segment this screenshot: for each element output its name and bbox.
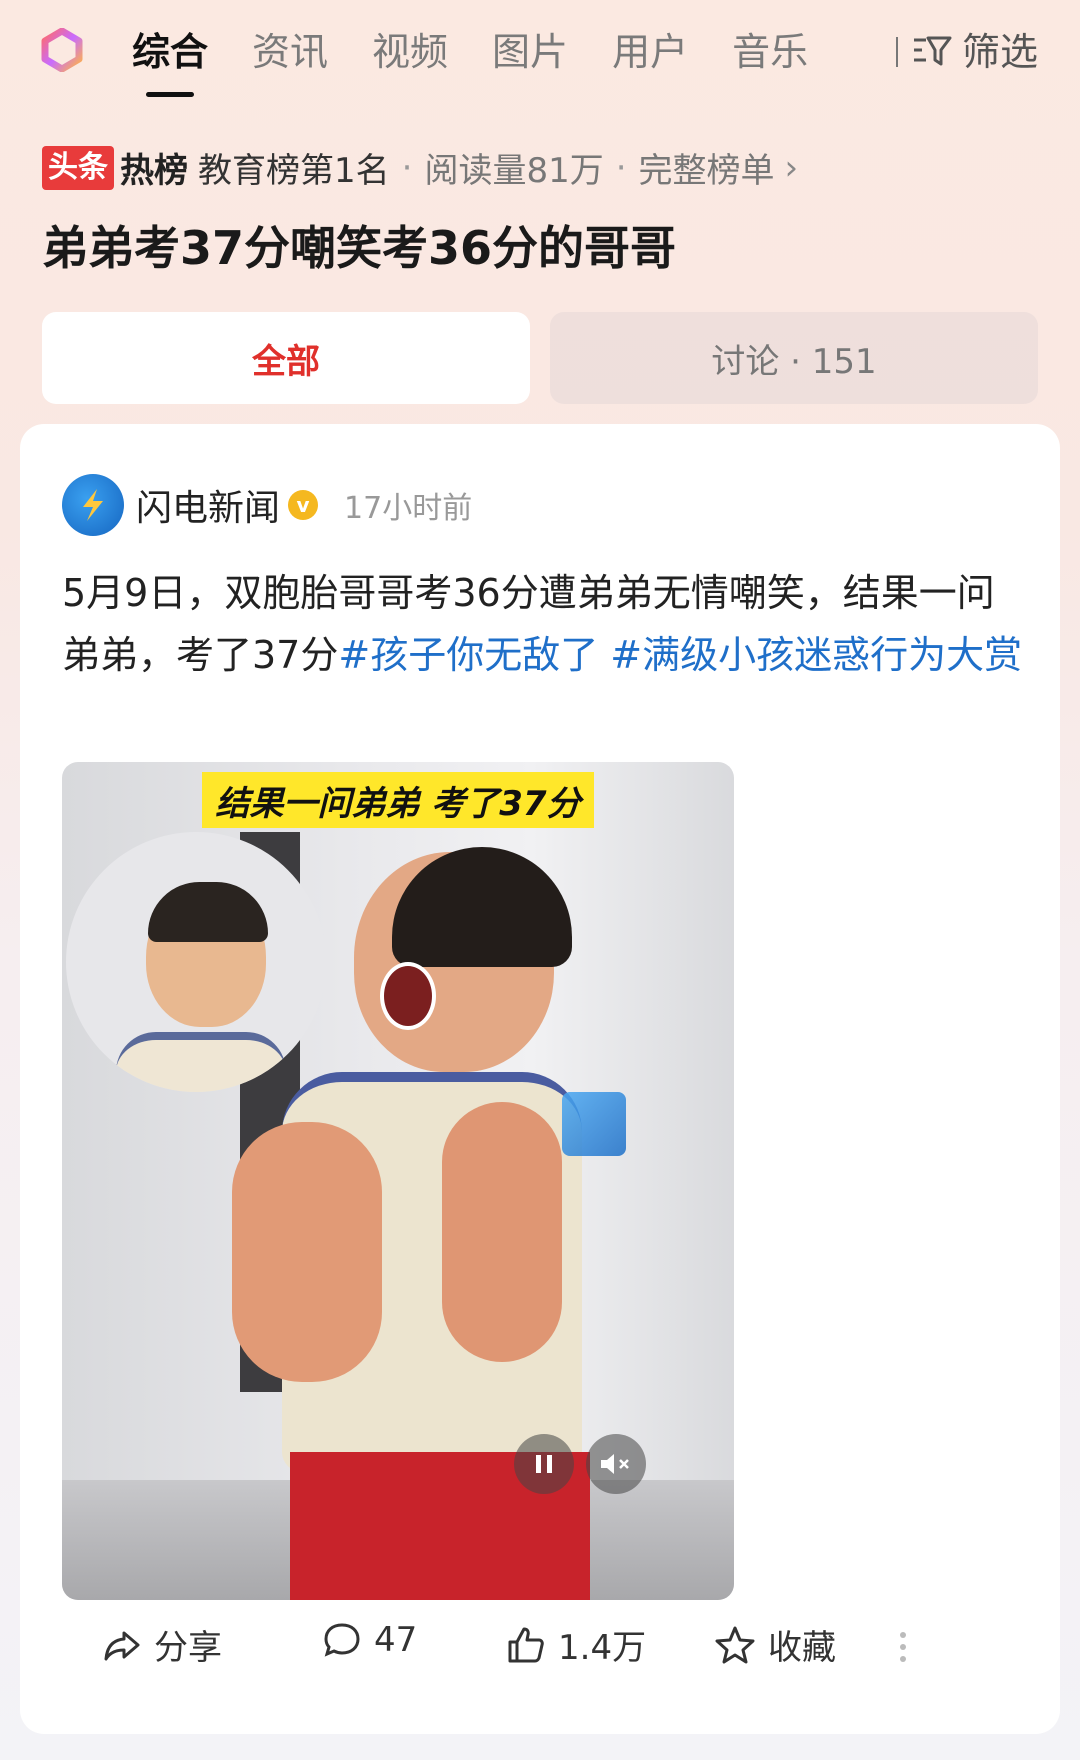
video-inset-circle	[66, 832, 326, 1092]
watermark-logo-icon	[562, 1092, 626, 1156]
post-text[interactable]: 5月9日，双胞胎哥哥考36分遭弟弟无情嘲笑，结果一问弟弟，考了37分#孩子你无敌…	[62, 562, 1032, 686]
filter-icon	[913, 36, 952, 66]
video-player[interactable]: 结果一问弟弟 考了37分	[62, 762, 734, 1600]
post-time: 17小时前	[344, 491, 473, 526]
separator-dot: ·	[401, 147, 413, 188]
rank-label: 教育榜第1名	[198, 151, 390, 191]
hot-list-line[interactable]: 头条 热榜 教育榜第1名 · 阅读量81万 · 完整榜单 ›	[42, 143, 798, 192]
pause-icon	[536, 1455, 552, 1473]
page-title: 弟弟考37分嘲笑考36分的哥哥	[42, 221, 677, 275]
tab-news[interactable]: 资讯	[252, 26, 328, 78]
tab-all[interactable]: 综合	[132, 26, 208, 97]
action-bar: 分享 47 1.4万 收藏	[20, 1620, 1060, 1690]
comment-button[interactable]: 47	[322, 1620, 417, 1660]
mute-button[interactable]	[586, 1434, 646, 1494]
segment-all[interactable]: 全部	[42, 312, 530, 404]
tab-video[interactable]: 视频	[372, 26, 448, 78]
like-count: 1.4万	[558, 1628, 647, 1668]
favorite-button[interactable]: 收藏	[714, 1620, 836, 1669]
favorite-label: 收藏	[768, 1628, 836, 1668]
comment-icon	[324, 1623, 360, 1657]
more-options-icon[interactable]	[900, 1632, 906, 1668]
video-caption: 结果一问弟弟 考了37分	[202, 772, 594, 828]
share-label: 分享	[154, 1628, 222, 1668]
author-name[interactable]: 闪电新闻	[136, 479, 280, 531]
like-button[interactable]: 1.4万	[506, 1620, 646, 1669]
post-card: 闪电新闻 v 17小时前 5月9日，双胞胎哥哥考36分遭弟弟无情嘲笑，结果一问弟…	[20, 424, 1060, 1734]
separator-dot: ·	[615, 147, 627, 188]
share-icon	[104, 1631, 140, 1660]
tab-music[interactable]: 音乐	[732, 26, 808, 78]
hashtag-link[interactable]: #满级小孩迷惑行为大赏	[610, 633, 1022, 677]
hot-badge-left: 头条	[42, 145, 114, 190]
video-figure	[232, 1122, 382, 1382]
divider	[895, 37, 898, 67]
lightning-logo-icon	[83, 489, 103, 521]
segment-discussion[interactable]: 讨论 · 151	[550, 312, 1038, 404]
hashtag-link[interactable]: #孩子你无敌了	[338, 633, 598, 677]
hot-list-badge: 头条 热榜	[42, 143, 188, 192]
mute-icon	[601, 1454, 629, 1474]
read-count: 阅读量81万	[424, 151, 604, 191]
video-figure	[442, 1102, 562, 1362]
full-list-link[interactable]: 完整榜单	[639, 143, 775, 192]
author-row[interactable]: 闪电新闻 v 17小时前	[62, 474, 472, 536]
top-nav: 综合 资讯 视频 图片 用户 音乐 筛选	[0, 0, 1080, 110]
thumbs-up-icon	[508, 1627, 544, 1662]
tab-users[interactable]: 用户	[612, 26, 688, 78]
star-icon	[715, 1626, 755, 1663]
video-figure	[380, 962, 436, 1030]
filter-button[interactable]: 筛选	[895, 26, 1038, 78]
share-button[interactable]: 分享	[102, 1620, 222, 1669]
app-logo-icon[interactable]	[40, 27, 84, 73]
tab-images[interactable]: 图片	[492, 26, 568, 78]
comment-count: 47	[374, 1620, 418, 1660]
verified-badge-icon: v	[288, 490, 319, 520]
pause-button[interactable]	[514, 1434, 574, 1494]
hot-badge-right: 热榜	[120, 151, 188, 191]
chevron-right-icon: ›	[784, 147, 799, 188]
avatar[interactable]	[62, 474, 124, 536]
filter-label: 筛选	[961, 30, 1038, 74]
